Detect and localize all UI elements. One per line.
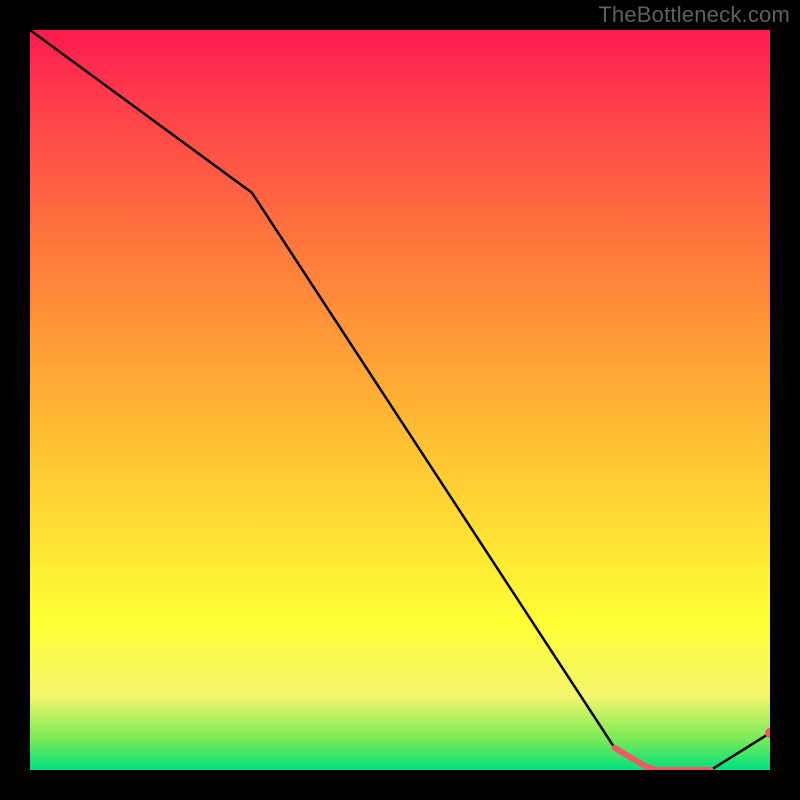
watermark-text: TheBottleneck.com — [598, 2, 790, 28]
chart-frame: TheBottleneck.com — [0, 0, 800, 800]
chart-svg — [30, 30, 770, 770]
chart-background — [30, 30, 770, 770]
plot-area — [30, 30, 770, 770]
